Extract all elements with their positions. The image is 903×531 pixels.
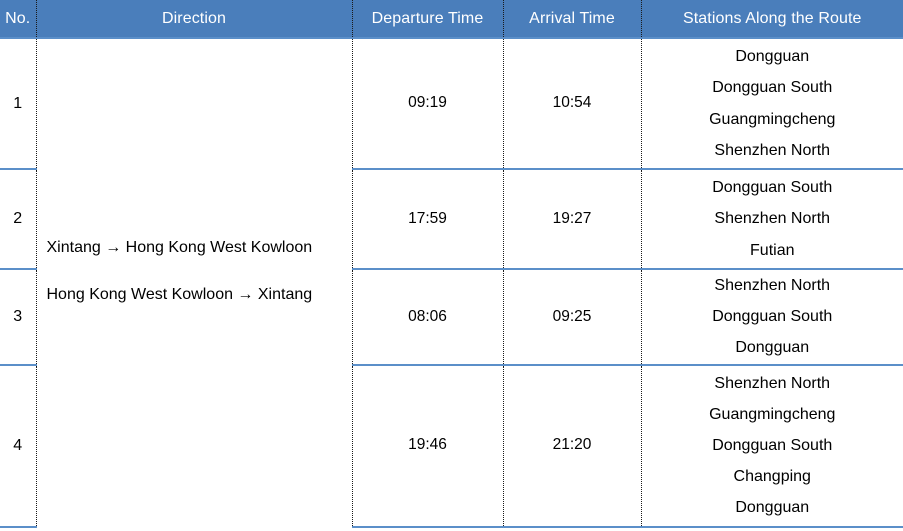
cell-departure: 19:46 bbox=[352, 364, 504, 528]
table-row: 1 Xintang → Hong Kong West Kowloon 09:19… bbox=[0, 37, 903, 269]
station-name: Dongguan bbox=[735, 48, 810, 66]
station-name: Dongguan South bbox=[712, 179, 833, 197]
cell-stations: Dongguan Dongguan South Guangmingcheng S… bbox=[641, 37, 903, 170]
station-name: Changping bbox=[733, 468, 811, 486]
cell-arrival: 09:25 bbox=[503, 269, 642, 366]
train-schedule-table: No. Direction Departure Time Arrival Tim… bbox=[0, 0, 903, 528]
station-name: Shenzhen North bbox=[714, 210, 831, 228]
header-row: No. Direction Departure Time Arrival Tim… bbox=[0, 0, 903, 38]
schedule-table-container: No. Direction Departure Time Arrival Tim… bbox=[0, 0, 903, 531]
cell-arrival: 19:27 bbox=[503, 169, 642, 270]
cell-arrival: 21:20 bbox=[503, 364, 642, 528]
cell-no: 4 bbox=[0, 364, 37, 528]
cell-no: 1 bbox=[0, 37, 37, 170]
station-name: Guangmingcheng bbox=[709, 405, 836, 423]
column-header-no: No. bbox=[0, 0, 37, 38]
column-header-direction: Direction bbox=[36, 0, 353, 38]
cell-direction-northbound: Hong Kong West Kowloon → Xintang bbox=[36, 269, 353, 527]
cell-departure: 17:59 bbox=[352, 169, 504, 270]
table-header: No. Direction Departure Time Arrival Tim… bbox=[0, 0, 903, 38]
station-name: Guangmingcheng bbox=[709, 110, 836, 128]
cell-direction-southbound: Xintang → Hong Kong West Kowloon bbox=[36, 37, 353, 269]
cell-stations: Shenzhen North Guangmingcheng Dongguan S… bbox=[641, 364, 903, 528]
station-name: Dongguan South bbox=[712, 436, 833, 454]
station-name: Dongguan South bbox=[712, 308, 833, 326]
column-header-arrival: Arrival Time bbox=[503, 0, 642, 38]
cell-departure: 09:19 bbox=[352, 37, 504, 170]
station-name: Shenzhen North bbox=[714, 374, 831, 392]
cell-no: 3 bbox=[0, 269, 37, 366]
cell-stations: Shenzhen North Dongguan South Dongguan bbox=[641, 269, 903, 366]
station-name: Shenzhen North bbox=[714, 277, 831, 294]
cell-no: 2 bbox=[0, 169, 37, 270]
station-name: Dongguan bbox=[735, 339, 810, 357]
table-row: 3 Hong Kong West Kowloon → Xintang 08:06… bbox=[0, 269, 903, 527]
station-name: Dongguan South bbox=[712, 79, 833, 97]
column-header-departure: Departure Time bbox=[352, 0, 504, 38]
station-name: Futian bbox=[750, 241, 795, 259]
cell-stations: Dongguan South Shenzhen North Futian bbox=[641, 169, 903, 270]
station-name: Dongguan bbox=[735, 499, 810, 517]
station-name: Shenzhen North bbox=[714, 141, 831, 159]
table-body: 1 Xintang → Hong Kong West Kowloon 09:19… bbox=[0, 37, 903, 528]
cell-arrival: 10:54 bbox=[503, 37, 642, 170]
column-header-stations: Stations Along the Route bbox=[641, 0, 903, 38]
cell-departure: 08:06 bbox=[352, 269, 504, 366]
